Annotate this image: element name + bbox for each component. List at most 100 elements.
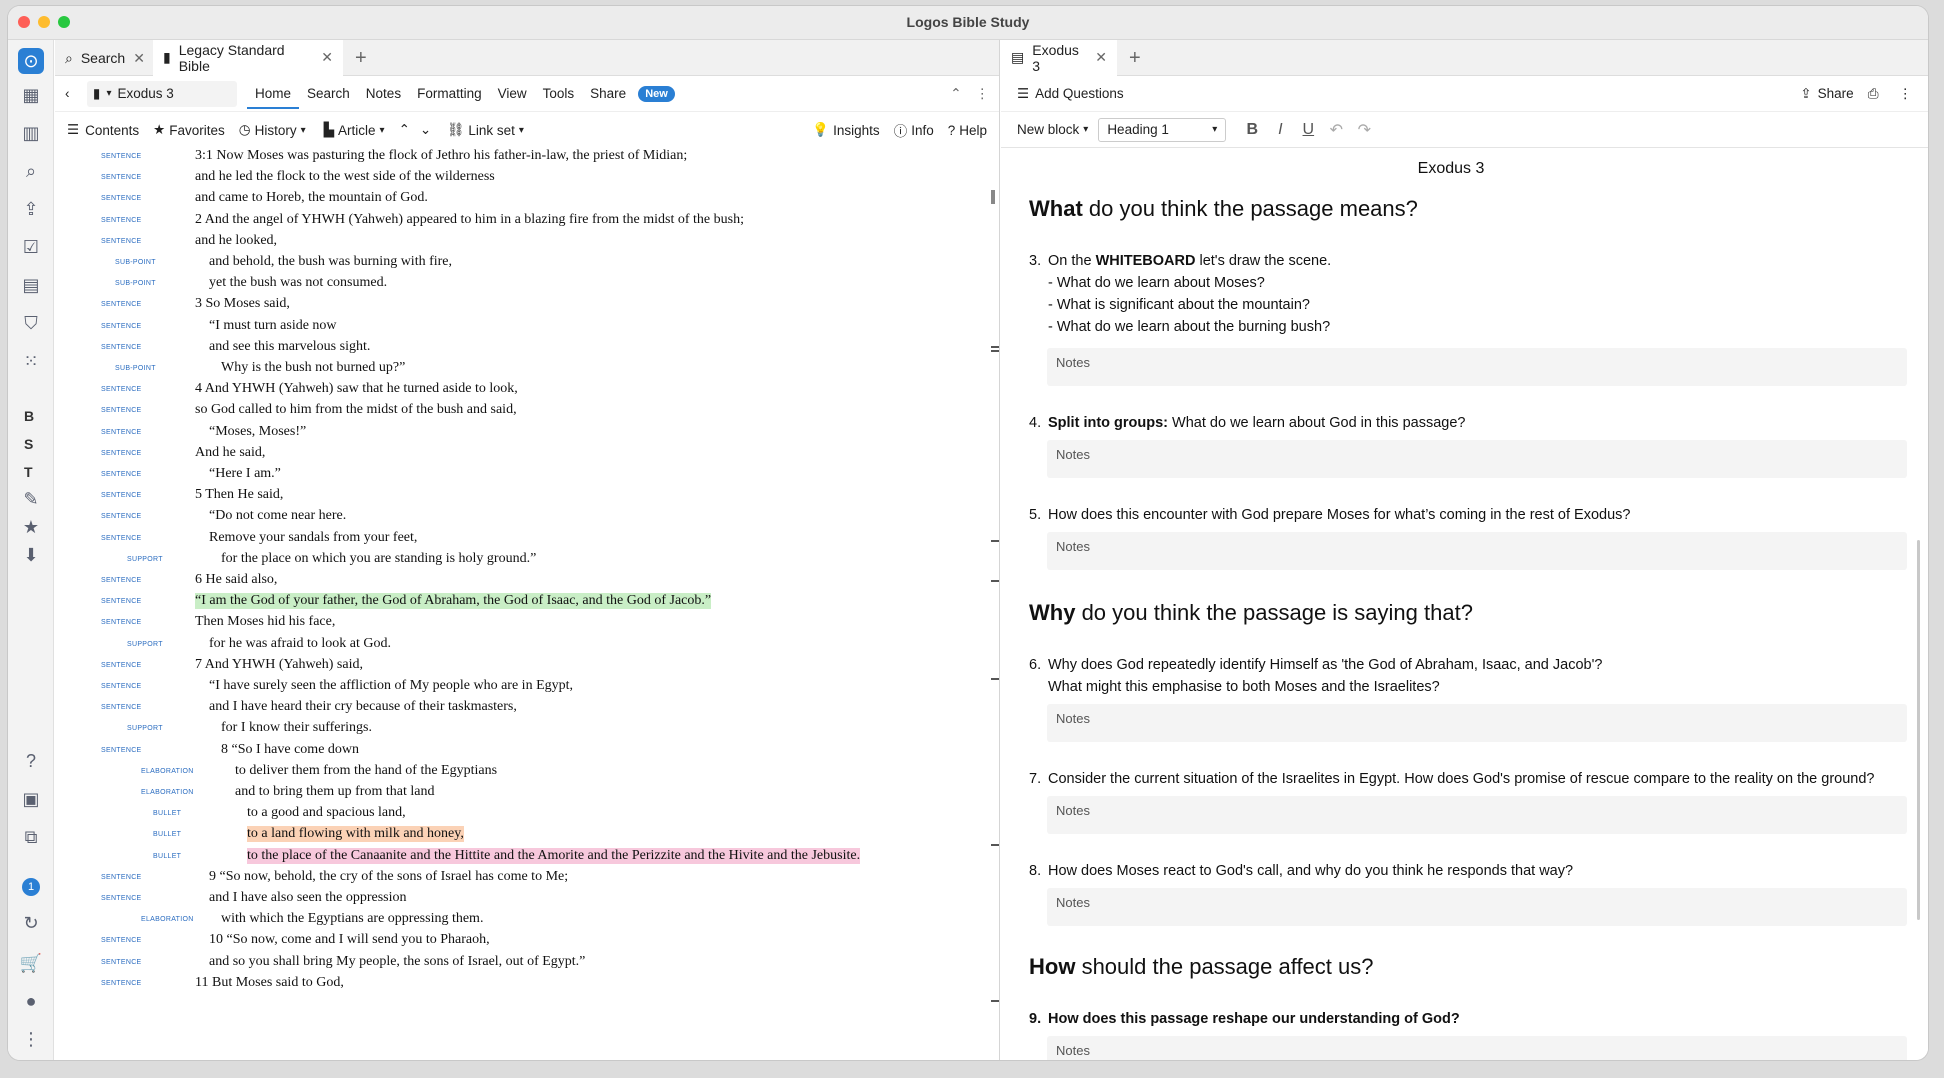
close-panels-icon[interactable]: ⧉ [18, 824, 44, 850]
chevron-up-icon[interactable]: ⌃ [399, 122, 410, 138]
avatar[interactable]: ● [18, 988, 44, 1014]
question-8[interactable]: 8. How does Moses react to God's call, a… [1029, 860, 1889, 882]
notes-field[interactable]: Notes [1047, 796, 1907, 834]
help-icon[interactable]: ? [18, 748, 44, 774]
download-icon[interactable]: ⬇ [18, 542, 44, 568]
library-icon[interactable]: ▥ [18, 120, 44, 146]
reference-input[interactable]: Exodus 3 [117, 86, 173, 101]
star-icon[interactable]: ★ [18, 514, 44, 540]
new-block-select[interactable]: New block [1017, 122, 1079, 137]
verse-text[interactable]: “Do not come near here. [209, 508, 346, 524]
question-5[interactable]: 5. How does this encounter with God prep… [1029, 504, 1889, 526]
sidebar-letter-b[interactable]: B [24, 408, 34, 424]
tab-exodus-3[interactable]: ▤ Exodus 3 ✕ [1001, 40, 1117, 76]
close-icon[interactable]: ✕ [133, 50, 145, 67]
history-button[interactable]: History [255, 123, 297, 138]
verse-text[interactable]: 7 And YHWH (Yahweh) said, [195, 657, 363, 673]
favorites-button[interactable]: Favorites [169, 123, 225, 138]
underline-icon[interactable]: U [1294, 121, 1322, 139]
italic-icon[interactable]: I [1266, 121, 1294, 139]
add-tab-icon[interactable]: + [1129, 47, 1141, 70]
verse-text[interactable]: And he said, [195, 445, 265, 461]
notes-field[interactable]: Notes [1047, 704, 1907, 742]
verse-text[interactable]: 2 And the angel of YHWH (Yahweh) appeare… [195, 212, 744, 228]
contents-button[interactable]: Contents [85, 123, 139, 138]
verse-text[interactable]: and he led the flock to the west side of… [195, 169, 495, 185]
reference-box[interactable]: ▮ ▾ Exodus 3 [87, 80, 237, 107]
undo-icon[interactable]: ↶ [1322, 120, 1350, 140]
chevron-down-icon[interactable]: ⌄ [420, 122, 431, 138]
menu-home[interactable]: Home [247, 78, 300, 109]
style-select[interactable]: Heading 1 ▾ [1098, 117, 1227, 142]
verse-text[interactable]: and to bring them up from that land [235, 784, 434, 800]
menu-notes[interactable]: Notes [358, 86, 409, 101]
verse-text[interactable]: Then Moses hid his face, [195, 614, 335, 630]
share-button[interactable]: Share [1818, 86, 1854, 101]
verse-text[interactable]: and see this marvelous sight. [209, 339, 370, 355]
menu-search[interactable]: Search [299, 86, 358, 101]
add-questions-button[interactable]: Add Questions [1035, 86, 1124, 101]
verse-text[interactable]: “I must turn aside now [209, 318, 337, 334]
close-icon[interactable]: ✕ [1095, 49, 1107, 66]
section-heading-how[interactable]: How should the passage affect us? [1029, 954, 1373, 980]
verse-text[interactable]: “I am the God of your father, the God of… [195, 593, 712, 610]
verse-text[interactable]: 4 And YHWH (Yahweh) saw that he turned a… [195, 381, 518, 397]
add-tab-icon[interactable]: + [355, 47, 367, 70]
verse-text[interactable]: 8 “So I have come down [221, 742, 359, 758]
search-icon[interactable]: ⌕ [18, 158, 44, 184]
question-7[interactable]: 7. Consider the current situation of the… [1029, 768, 1889, 790]
logos-home-icon[interactable]: ⊙ [18, 48, 44, 74]
menu-view[interactable]: View [490, 86, 535, 101]
verse-text[interactable]: Remove your sandals from your feet, [209, 530, 417, 546]
tab-legacy-standard-bible[interactable]: ▮ Legacy Standard Bible ✕ [153, 40, 343, 76]
menu-formatting[interactable]: Formatting [409, 86, 490, 101]
menu-tools[interactable]: Tools [535, 86, 583, 101]
cart-icon[interactable]: 🛒 [18, 950, 44, 976]
section-heading-what[interactable]: What do you think the passage means? [1029, 196, 1418, 222]
close-icon[interactable]: ✕ [321, 49, 333, 66]
verse-text[interactable]: and behold, the bush was burning with fi… [209, 254, 452, 270]
back-icon[interactable]: ‹ [65, 86, 87, 101]
checklist-icon[interactable]: ☑ [18, 234, 44, 260]
sidebar-letter-s[interactable]: S [24, 436, 33, 452]
more-icon[interactable]: ⋮ [18, 1026, 44, 1052]
bold-icon[interactable]: B [1238, 121, 1266, 139]
question-3[interactable]: 3. On the WHITEBOARD let's draw the scen… [1029, 250, 1889, 340]
verse-text[interactable]: for he was afraid to look at God. [209, 636, 391, 652]
help-button[interactable]: Help [959, 123, 987, 138]
info-button[interactable]: Info [911, 123, 934, 138]
redo-icon[interactable]: ↷ [1350, 120, 1378, 140]
verse-text[interactable]: to a land flowing with milk and honey, [247, 826, 464, 843]
question-9[interactable]: 9. How does this passage reshape our und… [1029, 1008, 1889, 1030]
layout-icon[interactable]: ▣ [18, 786, 44, 812]
verse-text[interactable]: and I have heard their cry because of th… [209, 699, 517, 715]
verse-text[interactable]: with which the Egyptians are oppressing … [221, 911, 483, 927]
more-icon[interactable]: ⋮ [1899, 86, 1913, 102]
scrollbar-thumb[interactable] [991, 190, 995, 204]
verse-text[interactable]: and I have also seen the oppression [209, 890, 407, 906]
notes-field[interactable]: Notes [1047, 888, 1907, 926]
circle-chevron-icon[interactable]: ⌃ [950, 86, 961, 102]
verse-text[interactable]: “Here I am.” [209, 466, 281, 482]
verse-text[interactable]: and he looked, [195, 233, 277, 249]
verse-text[interactable]: so God called to him from the midst of t… [195, 402, 517, 418]
verse-text[interactable]: Why is the bush not burned up?” [221, 360, 405, 376]
sync-icon[interactable]: ↻ [18, 910, 44, 936]
menu-share[interactable]: Share [582, 86, 634, 101]
verse-text[interactable]: to deliver them from the hand of the Egy… [235, 763, 497, 779]
verse-text[interactable]: 3 So Moses said, [195, 296, 290, 312]
upload-icon[interactable]: ⇪ [18, 196, 44, 222]
verse-text[interactable]: 10 “So now, come and I will send you to … [209, 932, 490, 948]
verse-text[interactable]: and so you shall bring My people, the so… [209, 954, 585, 970]
scrollbar[interactable] [1917, 540, 1920, 920]
shield-icon[interactable]: ⛉ [18, 310, 44, 336]
link-set-button[interactable]: Link set [468, 123, 515, 138]
notes-field[interactable]: Notes [1047, 1036, 1907, 1060]
more-icon[interactable]: ⋮ [976, 86, 990, 102]
notes-field[interactable]: Notes [1047, 532, 1907, 570]
question-4[interactable]: 4. Split into groups: What do we learn a… [1029, 412, 1889, 434]
pencil-icon[interactable]: ✎ [18, 486, 44, 512]
dashboard-icon[interactable]: ▦ [18, 82, 44, 108]
apps-grid-icon[interactable]: ⁙ [18, 348, 44, 374]
verse-text[interactable]: 3:1 Now Moses was pasturing the flock of… [195, 148, 687, 164]
